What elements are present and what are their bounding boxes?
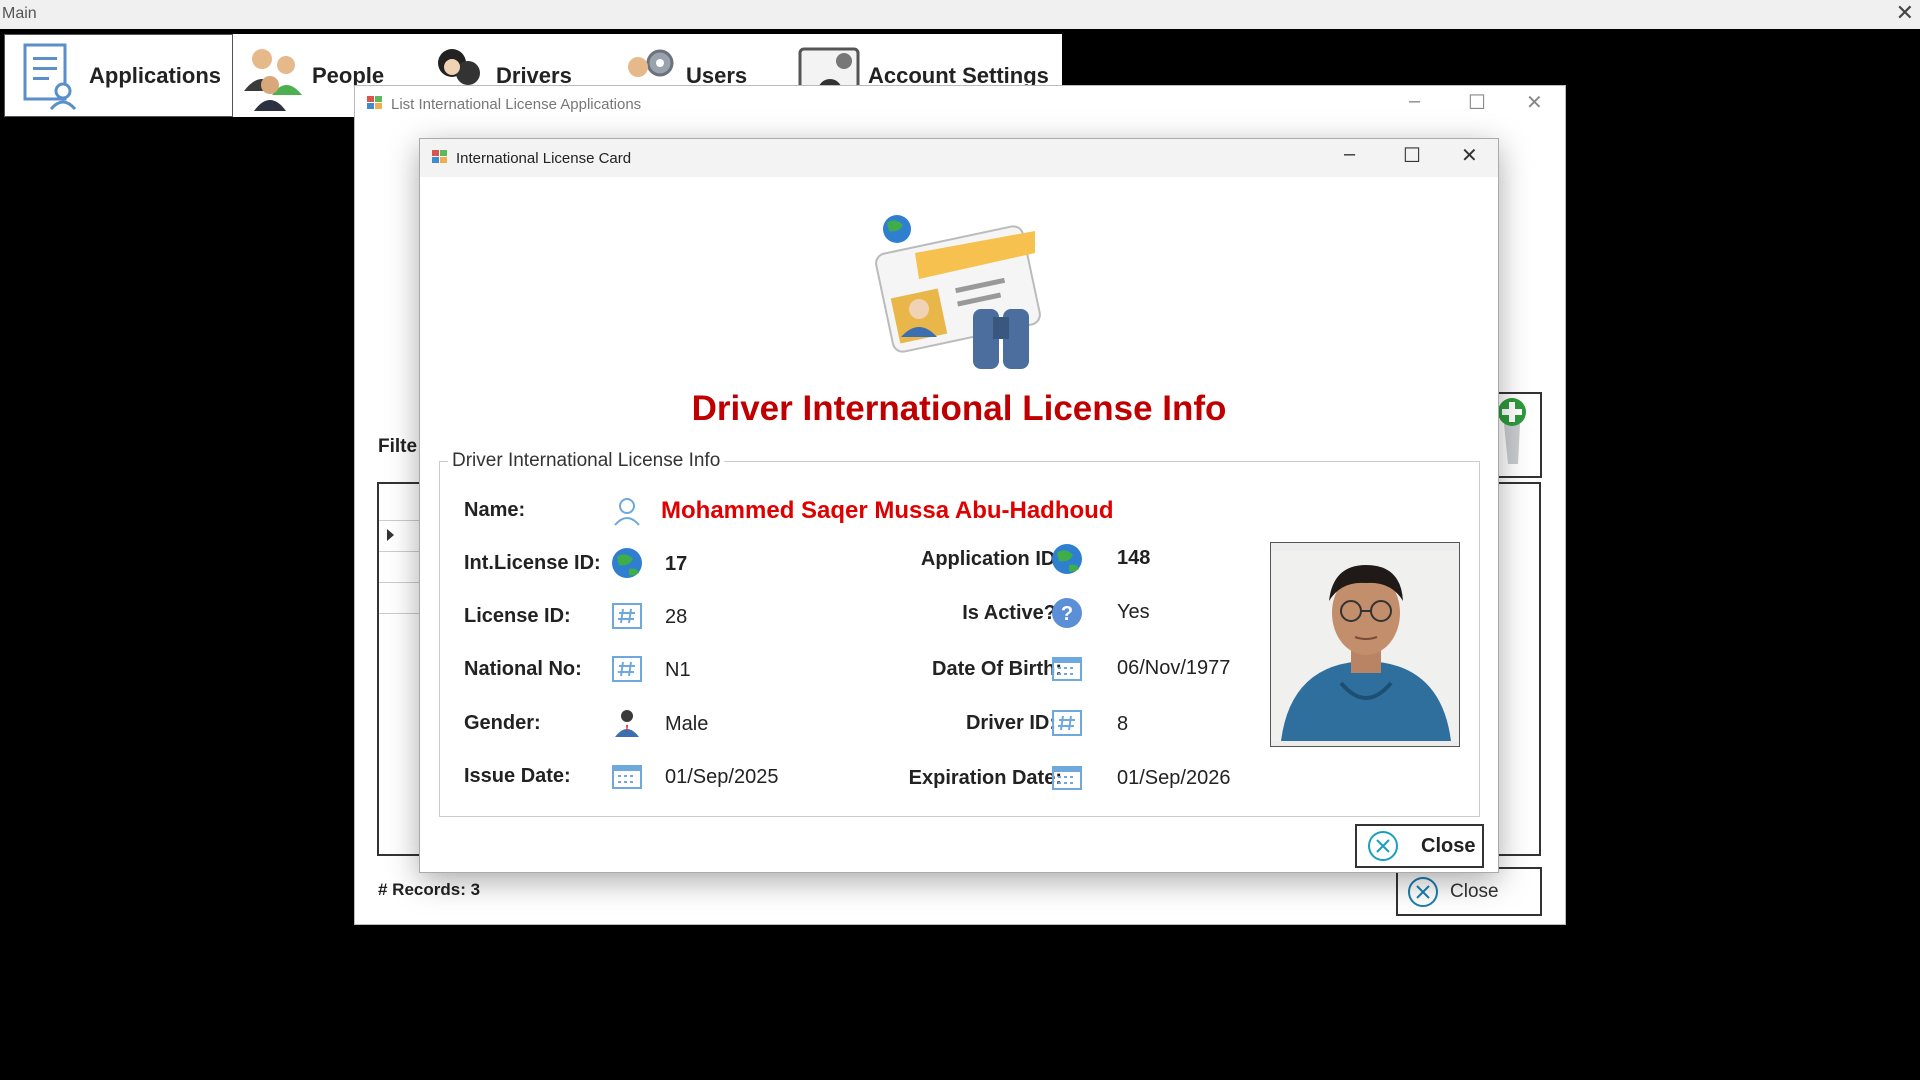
main-close-icon[interactable]: ✕ (1896, 0, 1914, 26)
add-application-button[interactable] (1492, 392, 1542, 478)
people-icon (240, 41, 306, 111)
grid-row[interactable] (379, 583, 424, 614)
calendar-icon (1052, 766, 1082, 790)
globe-icon (612, 548, 642, 578)
hash-icon (1052, 710, 1082, 736)
globe-icon (1052, 544, 1082, 574)
person-outline-icon (614, 498, 640, 526)
date-of-birth-value: 06/Nov/1977 (1117, 657, 1231, 679)
main-title-bar: Main ✕ (0, 0, 1920, 29)
card-dialog-title: International License Card (456, 150, 632, 167)
minimize-icon[interactable]: – (1409, 90, 1420, 113)
svg-text:?: ? (1061, 603, 1073, 625)
row-selector-arrow-icon (387, 529, 394, 541)
menu-item-applications[interactable]: Applications (4, 34, 233, 117)
menu-label-drivers: Drivers (496, 62, 572, 88)
calendar-icon (612, 765, 642, 789)
list-close-label: Close (1450, 880, 1499, 902)
card-close-button[interactable]: Close (1355, 824, 1484, 868)
app-window-icon (367, 96, 382, 109)
menu-label-users: Users (686, 62, 748, 88)
gender-value: Male (665, 713, 709, 735)
list-close-button[interactable]: Close (1396, 867, 1542, 916)
int-license-id-value: 17 (665, 553, 688, 575)
question-icon: ? (1052, 598, 1082, 628)
add-icon (1498, 398, 1526, 464)
card-heading: Driver International License Info (691, 389, 1227, 428)
close-icon[interactable]: ✕ (1461, 143, 1478, 168)
license-card-search-icon (875, 215, 1041, 369)
driver-id-value: 8 (1117, 713, 1129, 735)
close-circle-icon (1408, 876, 1438, 907)
hash-icon (612, 603, 642, 629)
records-count: # Records: 3 (378, 880, 481, 899)
issue-date-label: Issue Date: (464, 765, 571, 787)
main-window-title: Main (2, 5, 37, 22)
application-id-value: 148 (1117, 547, 1151, 569)
group-title: Driver International License Info (448, 450, 725, 472)
national-no-value: N1 (665, 659, 691, 681)
card-title-bar: International License Card – ☐ ✕ (420, 139, 1498, 177)
menu-label-applications: Applications (89, 62, 222, 88)
name-label: Name: (464, 499, 526, 521)
grid-row[interactable] (379, 521, 424, 552)
hash-icon (612, 656, 642, 682)
filter-label: Filte (378, 436, 418, 457)
maximize-icon[interactable]: ☐ (1403, 143, 1421, 168)
expiration-date-label: Expiration Date: (908, 767, 1062, 789)
driver-photo (1270, 542, 1460, 747)
driver-id-label: Driver ID: (965, 712, 1056, 734)
license-id-value: 28 (665, 606, 688, 628)
gender-label: Gender: (464, 712, 541, 734)
application-id-label: Application ID: (920, 548, 1062, 570)
license-id-label: License ID: (464, 605, 571, 627)
grid-header-cell (379, 484, 424, 521)
maximize-icon[interactable]: ☐ (1468, 90, 1486, 115)
list-window-title: List International License Applications (391, 96, 642, 113)
grid-row[interactable] (379, 552, 424, 583)
national-no-label: National No: (464, 658, 582, 680)
applications-icon (17, 41, 83, 111)
male-person-icon (615, 710, 639, 737)
date-of-birth-label: Date Of Birth: (932, 658, 1062, 680)
menu-label-people: People (312, 62, 385, 88)
int-license-id-label: Int.License ID: (464, 552, 601, 574)
is-active-label: Is Active? (962, 602, 1056, 624)
card-close-label: Close (1421, 834, 1476, 857)
name-value: Mohammed Saqer Mussa Abu-Hadhoud (661, 497, 1114, 524)
issue-date-value: 01/Sep/2025 (665, 766, 779, 788)
calendar-icon (1052, 657, 1082, 681)
expiration-date-value: 01/Sep/2026 (1117, 767, 1231, 789)
minimize-icon[interactable]: – (1344, 143, 1355, 166)
is-active-value: Yes (1117, 601, 1150, 623)
close-icon[interactable]: ✕ (1526, 90, 1543, 115)
app-window-icon (432, 150, 447, 163)
list-window-title-bar: List International License Applications … (355, 86, 1565, 122)
international-license-card-dialog: International License Card – ☐ ✕ Driver … (420, 139, 1498, 872)
menu-label-account-settings: Account Settings (868, 62, 1049, 88)
close-circle-icon (1368, 831, 1398, 861)
